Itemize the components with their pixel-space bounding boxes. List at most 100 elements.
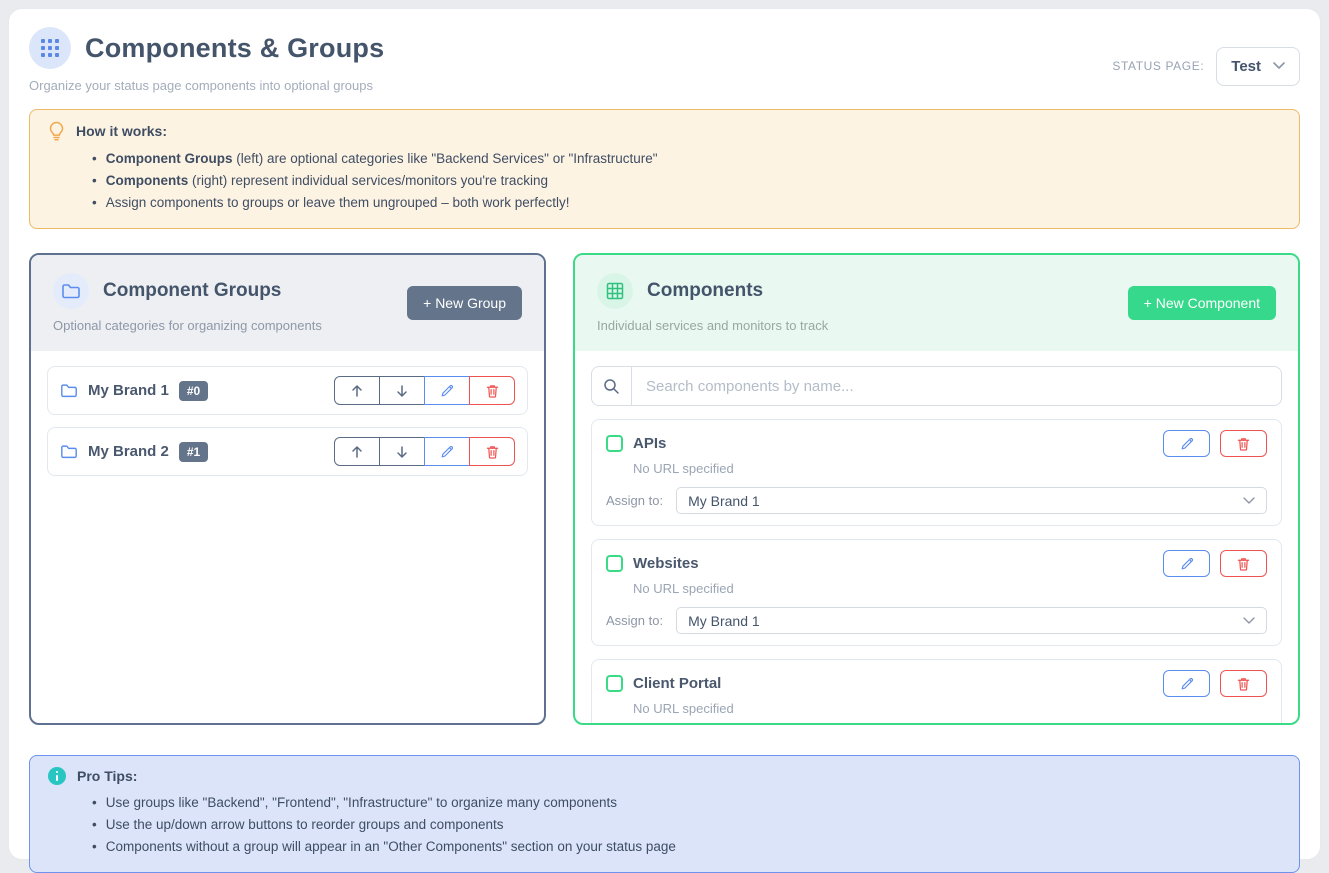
edit-group-button[interactable] <box>424 376 470 405</box>
pencil-icon <box>1180 557 1194 571</box>
how-it-works-list: Component Groups (left) are optional cat… <box>92 148 1281 214</box>
delete-component-button[interactable] <box>1220 430 1267 457</box>
list-item: Components (right) represent individual … <box>92 170 1281 192</box>
arrow-up-icon <box>351 384 363 398</box>
component-card: Websites No URL specified Assign to: <box>591 539 1282 646</box>
panels-row: Component Groups Optional categories for… <box>29 253 1300 725</box>
delete-component-button[interactable] <box>1220 670 1267 697</box>
new-group-button[interactable]: + New Group <box>407 286 522 320</box>
arrow-down-icon <box>396 445 408 459</box>
assign-to-label: Assign to: <box>606 613 663 628</box>
pro-tips-list: Use groups like "Backend", "Frontend", "… <box>92 792 1281 858</box>
search-icon <box>592 367 632 405</box>
how-it-works-banner: How it works: Component Groups (left) ar… <box>29 109 1300 229</box>
lightbulb-icon <box>48 121 65 141</box>
status-page-select[interactable]: Test <box>1216 47 1300 86</box>
delete-component-button[interactable] <box>1220 550 1267 577</box>
main-card: Components & Groups Organize your status… <box>8 8 1321 860</box>
edit-group-button[interactable] <box>424 437 470 466</box>
assigned-group-value: My Brand 1 <box>688 613 760 629</box>
component-url-note: No URL specified <box>633 581 1267 596</box>
component-checkbox[interactable] <box>606 675 623 692</box>
arrow-down-icon <box>396 384 408 398</box>
move-up-button[interactable] <box>334 437 380 466</box>
page-subtitle: Organize your status page components int… <box>29 78 384 93</box>
pro-tips-title: Pro Tips: <box>77 768 137 784</box>
table-grid-icon <box>597 273 633 309</box>
delete-group-button[interactable] <box>469 376 515 405</box>
pencil-icon <box>440 384 454 398</box>
chevron-down-icon <box>1243 617 1255 625</box>
page-title: Components & Groups <box>85 33 384 64</box>
component-url-note: No URL specified <box>633 701 1267 716</box>
components-title: Components <box>647 280 763 302</box>
group-order-badge: #0 <box>179 381 208 401</box>
trash-icon <box>1237 557 1250 571</box>
component-groups-body: My Brand 1 #0 <box>31 351 544 723</box>
edit-component-button[interactable] <box>1163 550 1210 577</box>
move-up-button[interactable] <box>334 376 380 405</box>
component-name: Websites <box>633 555 699 572</box>
group-actions <box>334 437 515 466</box>
assign-group-select[interactable]: My Brand 1 <box>676 607 1267 634</box>
component-groups-header: Component Groups Optional categories for… <box>31 255 544 351</box>
folder-icon <box>60 444 78 459</box>
move-down-button[interactable] <box>379 437 425 466</box>
assigned-group-value: My Brand 1 <box>688 493 760 509</box>
group-row: My Brand 1 #0 <box>47 366 528 415</box>
component-url-note: No URL specified <box>633 461 1267 476</box>
components-body: APIs No URL specified Assign to: <box>575 351 1298 723</box>
component-card: APIs No URL specified Assign to: <box>591 419 1282 526</box>
chevron-down-icon <box>1273 62 1285 70</box>
list-item: Components without a group will appear i… <box>92 836 1281 858</box>
status-page-value: Test <box>1231 58 1261 75</box>
edit-component-button[interactable] <box>1163 670 1210 697</box>
search-input[interactable] <box>632 367 1281 405</box>
assign-group-select[interactable]: My Brand 1 <box>676 487 1267 514</box>
status-page-label: STATUS PAGE: <box>1112 59 1204 73</box>
folder-icon <box>53 273 89 309</box>
list-item: Assign components to groups or leave the… <box>92 192 1281 214</box>
group-actions <box>334 376 515 405</box>
arrow-up-icon <box>351 445 363 459</box>
info-icon <box>48 767 66 785</box>
assign-to-label: Assign to: <box>606 493 663 508</box>
status-page-picker: STATUS PAGE: Test <box>1112 39 1300 93</box>
component-checkbox[interactable] <box>606 435 623 452</box>
group-name: My Brand 2 <box>88 443 169 460</box>
component-name: Client Portal <box>633 675 721 692</box>
edit-component-button[interactable] <box>1163 430 1210 457</box>
delete-group-button[interactable] <box>469 437 515 466</box>
list-item: Use the up/down arrow buttons to reorder… <box>92 814 1281 836</box>
list-item: Component Groups (left) are optional cat… <box>92 148 1281 170</box>
pencil-icon <box>1180 677 1194 691</box>
trash-icon <box>1237 677 1250 691</box>
group-order-badge: #1 <box>179 442 208 462</box>
pro-tips-banner: Pro Tips: Use groups like "Backend", "Fr… <box>29 755 1300 873</box>
group-name: My Brand 1 <box>88 382 169 399</box>
list-item: Use groups like "Backend", "Frontend", "… <box>92 792 1281 814</box>
components-panel: Components Individual services and monit… <box>573 253 1300 725</box>
chevron-down-icon <box>1243 497 1255 505</box>
components-header: Components Individual services and monit… <box>575 255 1298 351</box>
trash-icon <box>1237 437 1250 451</box>
component-card: Client Portal No URL specified Assig <box>591 659 1282 723</box>
how-it-works-title: How it works: <box>76 123 167 139</box>
component-groups-panel: Component Groups Optional categories for… <box>29 253 546 725</box>
move-down-button[interactable] <box>379 376 425 405</box>
trash-icon <box>486 384 499 398</box>
trash-icon <box>486 445 499 459</box>
pencil-icon <box>440 445 454 459</box>
component-search-bar <box>591 366 1282 406</box>
components-groups-icon <box>29 27 71 69</box>
component-groups-title: Component Groups <box>103 280 281 302</box>
components-subtitle: Individual services and monitors to trac… <box>597 318 828 333</box>
component-name: APIs <box>633 435 666 452</box>
folder-icon <box>60 383 78 398</box>
page-header-left: Components & Groups Organize your status… <box>29 27 384 93</box>
new-component-button[interactable]: + New Component <box>1128 286 1276 320</box>
component-groups-subtitle: Optional categories for organizing compo… <box>53 318 322 333</box>
page-header: Components & Groups Organize your status… <box>29 27 1300 93</box>
pencil-icon <box>1180 437 1194 451</box>
component-checkbox[interactable] <box>606 555 623 572</box>
